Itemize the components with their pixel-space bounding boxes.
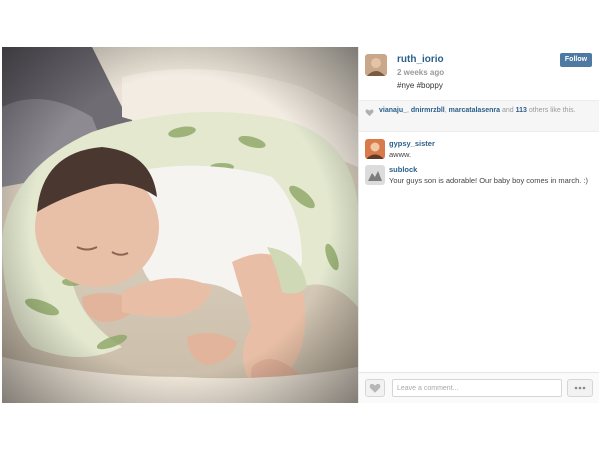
comment-username[interactable]: gypsy_sister bbox=[389, 139, 435, 148]
follow-button[interactable]: Follow bbox=[560, 53, 592, 67]
comment-input[interactable] bbox=[392, 379, 562, 397]
like-button[interactable] bbox=[365, 379, 385, 397]
ellipsis-icon bbox=[574, 386, 586, 390]
likes-count[interactable]: 113 bbox=[516, 107, 527, 114]
post-header: ruth_iorio 2 weeks ago #nye #boppy Follo… bbox=[359, 47, 598, 97]
likes-others-text: others like this. bbox=[528, 107, 576, 114]
post-timestamp[interactable]: 2 weeks ago bbox=[397, 68, 444, 77]
comment-item: sublock Your guys son is adorable! Our b… bbox=[365, 165, 593, 199]
avatar[interactable] bbox=[365, 54, 387, 76]
liker-link[interactable]: dnirmrzbll bbox=[411, 107, 445, 114]
post-details-panel: ruth_iorio 2 weeks ago #nye #boppy Follo… bbox=[358, 47, 599, 403]
likes-and-text: and bbox=[501, 107, 514, 114]
heart-icon bbox=[369, 383, 381, 393]
comment-text: awww. bbox=[389, 150, 412, 159]
more-options-button[interactable] bbox=[567, 379, 593, 397]
baby-sleeping-photo bbox=[2, 47, 358, 403]
comment-username[interactable]: sublock bbox=[389, 165, 417, 174]
post-caption: #nye #boppy bbox=[397, 81, 443, 90]
post-username[interactable]: ruth_iorio bbox=[397, 54, 444, 65]
avatar[interactable] bbox=[365, 139, 385, 159]
likes-summary: vianaju_, dnirmrzbll, marcatalasenra and… bbox=[359, 100, 599, 132]
comment-footer bbox=[359, 372, 599, 403]
liker-link[interactable]: marcatalasenra bbox=[449, 107, 500, 114]
heart-icon bbox=[365, 109, 374, 117]
post-photo[interactable] bbox=[2, 47, 358, 403]
liker-link[interactable]: vianaju_ bbox=[379, 107, 407, 114]
comment-text: Your guys son is adorable! Our baby boy … bbox=[389, 176, 588, 185]
avatar[interactable] bbox=[365, 165, 385, 185]
comment-item: gypsy_sister awww. bbox=[365, 139, 593, 163]
